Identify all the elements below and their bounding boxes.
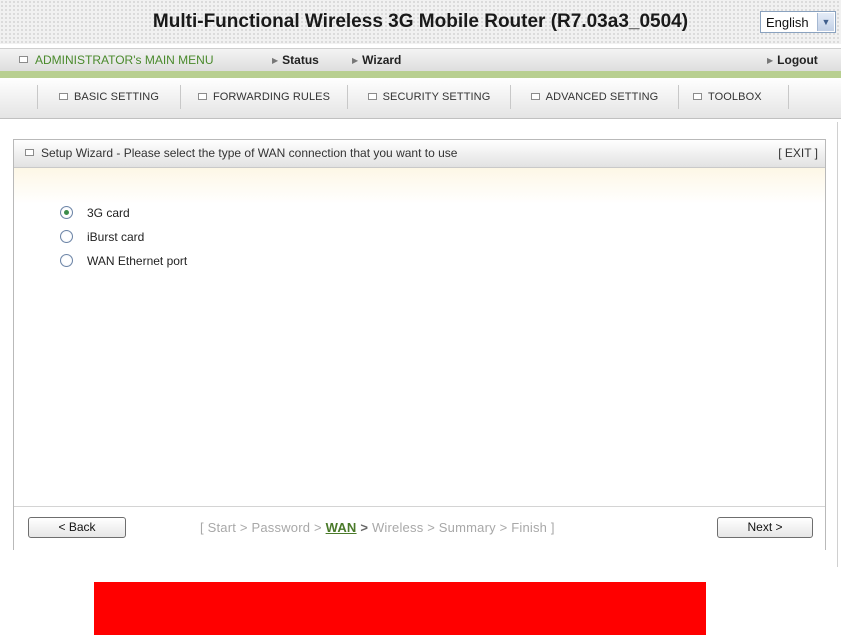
square-bullet-icon: [530, 92, 540, 100]
redacted-bar: [94, 582, 706, 635]
square-bullet-icon: [19, 56, 28, 64]
admin-main-menu-link[interactable]: ADMINISTRATOR's MAIN MENU: [19, 53, 214, 67]
triangle-right-icon: ▶: [352, 56, 359, 65]
wan-option-ethernet-port[interactable]: WAN Ethernet port: [60, 254, 187, 272]
tab-security-setting[interactable]: SECURITY SETTING: [347, 85, 510, 109]
square-bullet-icon: [693, 92, 702, 100]
tab-toolbox-label: TOOLBOX: [708, 91, 762, 103]
status-link[interactable]: ▶ Status: [272, 53, 319, 67]
admin-main-menu-label: ADMINISTRATOR's MAIN MENU: [35, 53, 214, 67]
nav-divider: [788, 85, 789, 109]
app-title: Multi-Functional Wireless 3G Mobile Rout…: [152, 11, 689, 32]
status-label: Status: [282, 53, 319, 67]
steps-before: [ Start > Password >: [200, 520, 326, 535]
logout-link[interactable]: ▶ Logout: [767, 53, 818, 67]
main-menu-bar: ADMINISTRATOR's MAIN MENU ▶ Status ▶ Wizar…: [0, 48, 841, 72]
green-divider-strip: [0, 71, 841, 78]
exit-link[interactable]: [ EXIT ]: [778, 146, 818, 160]
setup-wizard-panel: Setup Wizard - Please select the type of…: [13, 139, 826, 550]
language-selected-value: English: [766, 15, 809, 30]
wizard-title-text: Setup Wizard - Please select the type of…: [41, 146, 458, 160]
back-button[interactable]: < Back: [28, 517, 126, 538]
wizard-label: Wizard: [362, 53, 402, 67]
wizard-title: Setup Wizard - Please select the type of…: [25, 146, 457, 160]
tab-basic-setting[interactable]: BASIC SETTING: [37, 85, 180, 109]
option-label: iBurst card: [87, 230, 145, 244]
option-label: 3G card: [87, 206, 130, 220]
triangle-right-icon: ▶: [767, 56, 774, 65]
wizard-header-shade: [14, 168, 825, 204]
tab-toolbox[interactable]: TOOLBOX: [678, 85, 788, 109]
option-label: WAN Ethernet port: [87, 254, 188, 268]
radio-wan-ethernet-port[interactable]: [60, 254, 73, 268]
tab-basic-setting-label: BASIC SETTING: [73, 91, 160, 103]
square-bullet-icon: [25, 149, 34, 157]
tab-advanced-setting-label: ADVANCED SETTING: [545, 91, 659, 103]
wizard-step-breadcrumb: [ Start > Password > WAN > Wireless > Su…: [200, 520, 555, 535]
square-bullet-icon: [58, 92, 68, 100]
square-bullet-icon: [197, 92, 207, 100]
chevron-down-icon[interactable]: ▼: [817, 13, 834, 31]
radio-3g-card[interactable]: [60, 206, 73, 220]
wan-option-3g-card[interactable]: 3G card: [60, 206, 130, 224]
wizard-link[interactable]: ▶ Wizard: [352, 53, 401, 67]
tab-security-setting-label: SECURITY SETTING: [382, 91, 491, 103]
steps-after: Wireless > Summary > Finish ]: [371, 520, 555, 535]
tab-advanced-setting[interactable]: ADVANCED SETTING: [510, 85, 678, 109]
current-step-separator: >: [356, 520, 372, 535]
settings-nav-bar: BASIC SETTING FORWARDING RULES SECURITY …: [0, 78, 841, 119]
next-button[interactable]: Next >: [717, 517, 813, 538]
tab-forwarding-rules-label: FORWARDING RULES: [212, 91, 331, 103]
triangle-right-icon: ▶: [272, 56, 279, 65]
wizard-header: Setup Wizard - Please select the type of…: [14, 140, 825, 168]
language-select[interactable]: English ▼: [760, 11, 836, 33]
wan-option-iburst-card[interactable]: iBurst card: [60, 230, 144, 248]
current-step: WAN: [325, 520, 357, 535]
page-edge-line: [837, 122, 838, 567]
radio-iburst-card[interactable]: [60, 230, 73, 244]
title-bar: Multi-Functional Wireless 3G Mobile Rout…: [0, 0, 841, 44]
tab-forwarding-rules[interactable]: FORWARDING RULES: [180, 85, 347, 109]
logout-label: Logout: [777, 53, 818, 67]
wizard-footer: < Back [ Start > Password > WAN > Wirele…: [14, 506, 825, 550]
square-bullet-icon: [367, 92, 377, 100]
